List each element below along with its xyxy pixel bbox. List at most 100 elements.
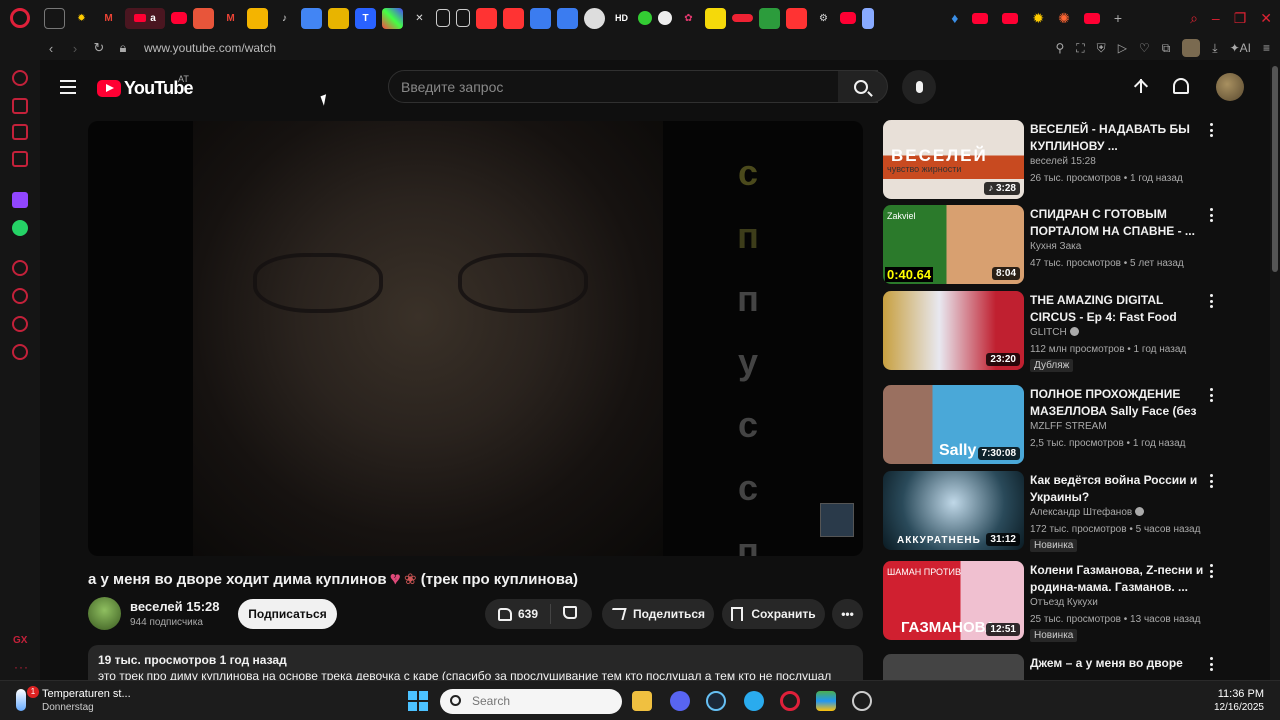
recommendation-item[interactable]: Джем – а у меня во дворе — [883, 654, 1223, 680]
sidebar-more-icon[interactable]: ··· — [14, 660, 29, 674]
tab-grid[interactable] — [193, 7, 214, 29]
download-icon[interactable]: ⤓ — [1212, 41, 1217, 56]
weather-title[interactable]: Temperaturen st... — [42, 688, 131, 700]
heart-icon[interactable]: ♡ — [1139, 41, 1150, 55]
recommendation-channel[interactable]: Отъезд Кукухи — [1030, 597, 1098, 608]
tab-github-icon[interactable] — [584, 7, 605, 29]
more-vertical-icon[interactable] — [1209, 208, 1213, 222]
player-branding-thumbnail[interactable] — [820, 503, 854, 537]
page-scrollbar[interactable] — [1270, 60, 1280, 680]
recommendation-channel[interactable]: MZLFF STREAM — [1030, 421, 1107, 432]
clock-date[interactable]: 12/16/2025 — [1214, 702, 1264, 713]
description-box[interactable]: 19 тыс. просмотров 1 год назад это трек … — [88, 645, 863, 680]
opera-logo-icon[interactable] — [10, 8, 30, 28]
ai-icon[interactable]: ✦AI — [1230, 41, 1251, 55]
tab-openai-icon[interactable]: ⚙ — [813, 8, 834, 29]
recommendation-item[interactable]: чувство жирности ВЕСЕЛЕЙ ♪ 3:28 ВЕСЕЛЕЙ - Н… — [883, 120, 1223, 200]
dislike-button[interactable] — [551, 606, 589, 622]
share-button[interactable]: Поделиться — [602, 599, 714, 629]
reload-icon[interactable]: ↻ — [88, 40, 110, 56]
tab-youtube-5[interactable] — [1083, 12, 1100, 24]
tab-docs-2[interactable] — [557, 7, 578, 29]
extensions-icon[interactable]: ⧉ — [1162, 41, 1171, 56]
recommendation-title[interactable]: СПИДРАН С ГОТОВЫМ ПОРТАЛОМ НА СПАВНЕ - .… — [1030, 206, 1205, 240]
recommendation-item[interactable]: Sally 7:30:08 ПОЛНОЕ ПРОХОЖДЕНИЕ МАЗЕЛЛОВА… — [883, 385, 1223, 465]
sidebar-extensions-icon[interactable] — [12, 316, 28, 332]
tab-youtube-2[interactable] — [840, 12, 856, 24]
tab-doc-2[interactable] — [456, 9, 470, 27]
pin-icon[interactable]: ⚲ — [1055, 41, 1064, 55]
recommendation-thumbnail[interactable] — [883, 654, 1024, 680]
tab-translate[interactable] — [301, 7, 322, 29]
tab-youtube-active[interactable]: a — [125, 7, 165, 29]
channel-name[interactable]: веселей 15:28 — [130, 599, 220, 614]
forward-icon[interactable]: › — [64, 41, 86, 56]
sidebar-history-icon[interactable] — [12, 288, 28, 304]
upload-icon[interactable] — [1133, 77, 1149, 97]
sidebar-gx-icon[interactable]: GX — [13, 635, 27, 646]
recommendation-title[interactable]: Как ведётся война России и Украины? — [1030, 472, 1205, 506]
tab-tiktok-icon[interactable]: ♪ — [274, 8, 295, 29]
like-button[interactable]: 639 — [488, 604, 552, 624]
tab-sun-2-icon[interactable]: ✹ — [1032, 10, 1044, 27]
tab-youtube-3[interactable] — [972, 12, 989, 24]
sidebar-twitch-icon[interactable] — [12, 192, 28, 208]
recommendation-channel[interactable]: GLITCH — [1030, 327, 1079, 338]
recommendation-title[interactable]: ПОЛНОЕ ПРОХОЖДЕНИЕ МАЗЕЛЛОВА Sally Face … — [1030, 386, 1205, 420]
recommendation-title[interactable]: THE AMAZING DIGITAL CIRCUS - Ep 4: Fast … — [1030, 292, 1205, 326]
sidebar-whatsapp-icon[interactable] — [12, 220, 28, 236]
new-tab-plus-icon[interactable]: + — [1114, 10, 1122, 26]
save-button[interactable]: Сохранить — [722, 599, 825, 629]
recommendation-thumbnail[interactable]: 23:20 — [883, 291, 1024, 370]
sidebar-shop-icon[interactable] — [12, 98, 28, 114]
sidebar-settings-icon[interactable] — [12, 344, 28, 360]
recommendation-channel[interactable]: Кухня Зака — [1030, 241, 1081, 252]
clock-time[interactable]: 11:36 PM — [1218, 688, 1264, 700]
tab-gear-icon[interactable]: ✺ — [1058, 10, 1070, 27]
notifications-bell-icon[interactable] — [1173, 78, 1189, 94]
discord-icon[interactable] — [670, 691, 690, 711]
lock-icon[interactable]: 🔒︎ — [112, 40, 134, 56]
snapshot-icon[interactable]: ⛶ — [1076, 41, 1084, 56]
stack-app-icon[interactable] — [816, 691, 836, 711]
taskbar-search-input[interactable] — [440, 689, 622, 714]
weather-thermometer-icon[interactable] — [16, 689, 26, 711]
tab-youtube-4[interactable] — [1002, 12, 1019, 24]
chatgpt-icon[interactable] — [852, 691, 872, 711]
tab-docs-1[interactable] — [530, 7, 551, 29]
tab-notes[interactable] — [247, 7, 268, 29]
telegram-icon[interactable] — [744, 691, 764, 711]
sidebar-aria-icon[interactable] — [12, 70, 28, 86]
more-vertical-icon[interactable] — [1209, 294, 1213, 308]
channel-avatar[interactable] — [88, 597, 121, 630]
opera-taskbar-icon[interactable] — [780, 691, 800, 711]
recommendation-item[interactable]: 23:20 THE AMAZING DIGITAL CIRCUS - Ep 4: … — [883, 291, 1223, 372]
tab-bolt-2[interactable] — [503, 7, 524, 29]
more-vertical-icon[interactable] — [1209, 388, 1213, 402]
profile-avatar[interactable] — [1182, 39, 1201, 57]
tab-bolt-1[interactable] — [476, 7, 497, 29]
recommendation-item[interactable]: АККУРАТНЕНЬ 31:12 Как ведётся война России… — [883, 471, 1223, 552]
sidebar-mail-icon[interactable] — [12, 151, 28, 167]
search-button[interactable] — [838, 70, 888, 103]
recommendation-item[interactable]: Zakviel 0:40.64 8:04 СПИДРАН С ГОТОВЫМ ПОРТ… — [883, 205, 1223, 285]
maximize-icon[interactable]: ❐ — [1234, 10, 1247, 27]
recommendation-channel[interactable]: веселей 15:28 — [1030, 156, 1096, 167]
tab-cube[interactable] — [862, 7, 874, 29]
file-explorer-icon[interactable] — [632, 691, 652, 711]
tab-drop-icon[interactable]: ♦ — [951, 10, 958, 26]
tab-t[interactable]: T — [355, 7, 376, 29]
video-player[interactable]: сппуссп — [88, 121, 863, 556]
recommendation-title[interactable]: Джем – а у меня во дворе — [1030, 655, 1205, 672]
scrollbar-thumb[interactable] — [1272, 66, 1278, 272]
tab-colorful[interactable] — [382, 7, 403, 29]
guide-menu-icon[interactable] — [60, 80, 76, 94]
tab-sheets-icon[interactable] — [759, 7, 780, 29]
recommendation-thumbnail[interactable]: АККУРАТНЕНЬ 31:12 — [883, 471, 1024, 550]
tab-gmail-2-icon[interactable]: M — [220, 8, 241, 29]
tab-bolt-3[interactable] — [786, 7, 807, 29]
recommendation-item[interactable]: ШАМАН ПРОТИВ ГАЗМАНОВА 12:51 Колени Газмано… — [883, 561, 1223, 642]
tab-youtube[interactable] — [171, 12, 187, 24]
tab-mail[interactable] — [44, 7, 65, 29]
back-icon[interactable]: ‹ — [40, 41, 62, 56]
